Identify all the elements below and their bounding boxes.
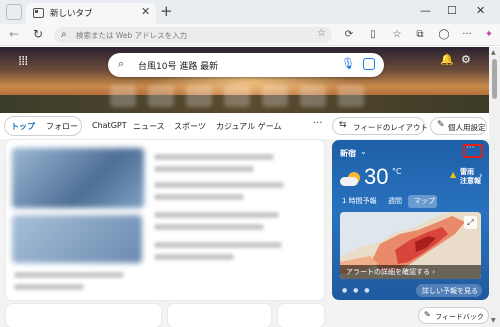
grid-icon[interactable]: ⁞⁞⁞ (18, 54, 28, 69)
weather-temperature: 30 (364, 164, 389, 189)
tab-top[interactable]: トップ (11, 121, 35, 132)
chevron-down-icon[interactable]: ⌄ (360, 147, 367, 156)
quick-link[interactable] (148, 85, 174, 107)
news-image (12, 215, 142, 263)
weather-location[interactable]: 新宿 (340, 148, 356, 159)
quick-link[interactable] (262, 85, 288, 107)
favorites-icon[interactable]: ☆ (390, 28, 404, 42)
tab-weekly[interactable]: 週間 (388, 196, 402, 206)
tab-follow[interactable]: フォロー (46, 121, 78, 132)
quick-link[interactable] (224, 85, 250, 107)
news-card-large[interactable] (6, 140, 324, 300)
title-bar: 新しいタブ ✕ + — ☐ ✕ (0, 0, 500, 24)
tab-actions-icon[interactable] (6, 4, 22, 20)
tab-chatgpt[interactable]: ChatGPT (92, 121, 127, 130)
browser-toolbar: ← ↻ ⌕ 検索または Web アドレスを入力 ☆ ⟳ ▯ ☆ ⧉ ◯ ··· … (0, 24, 500, 46)
carousel-dots[interactable]: ● ● ● (342, 287, 372, 294)
tab-map[interactable]: マップ (414, 196, 435, 206)
search-input[interactable]: 台風10号 進路 最新 (138, 59, 218, 72)
chevron-right-icon[interactable]: › (479, 171, 483, 181)
quick-link[interactable] (186, 85, 212, 107)
tab-new-tab[interactable]: 新しいタブ ✕ (26, 3, 156, 24)
scroll-down-icon[interactable]: ▼ (491, 317, 496, 324)
copilot-icon[interactable]: ✦ (482, 28, 496, 42)
minimize-button[interactable]: — (420, 4, 431, 17)
quick-link[interactable] (338, 85, 364, 107)
microphone-icon[interactable]: 🎙 (341, 57, 355, 70)
feed-layout-button[interactable]: ⇆ フィードのレイアウト (332, 117, 428, 135)
favorite-star-icon[interactable]: ☆ (317, 28, 326, 39)
split-screen-icon[interactable]: ▯ (366, 28, 380, 42)
tab-casual-games[interactable]: カジュアル ゲーム (216, 121, 282, 132)
collections-icon[interactable]: ⧉ (413, 28, 427, 42)
profile-icon[interactable]: ◯ (437, 28, 451, 42)
feedback-icon: ✎ (424, 310, 431, 319)
news-card[interactable] (6, 304, 161, 327)
weather-alert[interactable]: 雷雨 注意報 (460, 168, 481, 186)
tab-news[interactable]: ニュース (133, 121, 165, 132)
new-tab-button[interactable]: + (160, 2, 173, 20)
personalize-label: 個人用設定 (448, 123, 486, 132)
news-card[interactable] (278, 304, 324, 327)
weather-unit: °C (392, 167, 402, 176)
maximize-button[interactable]: ☐ (447, 4, 457, 17)
page-scrollbar[interactable]: ▲ ▼ (489, 47, 500, 327)
tab-hourly[interactable]: 1 時間予報 (342, 196, 377, 206)
weather-map[interactable]: ⤢ アラートの詳細を確認する › (340, 212, 481, 279)
back-icon[interactable]: ← (9, 27, 19, 41)
personalize-button[interactable]: ✎ 個人用設定 (430, 117, 487, 135)
sliders-icon: ⇆ (339, 120, 347, 130)
more-tabs-button[interactable]: ··· (313, 118, 323, 129)
detailed-forecast-button[interactable]: 詳しい予報を見る (416, 284, 482, 297)
scroll-thumb[interactable] (492, 59, 497, 99)
web-search-box[interactable]: ⌕ 台風10号 進路 最新 🎙 (108, 53, 384, 77)
quick-link[interactable] (110, 85, 136, 107)
settings-more-icon[interactable]: ··· (460, 28, 474, 42)
feed-layout-label: フィードのレイアウト (353, 123, 428, 132)
edit-icon: ✎ (437, 120, 445, 130)
bell-icon[interactable]: 🔔 (440, 53, 454, 66)
address-input[interactable]: 検索または Web アドレスを入力 (76, 30, 187, 41)
address-bar[interactable]: ⌕ 検索または Web アドレスを入力 ☆ (54, 27, 332, 43)
weather-more-button[interactable]: ··· (466, 143, 475, 153)
weather-card[interactable]: 新宿 ⌄ ··· 30 °C ▲ 雷雨 注意報 › 1 時間予報 週間 マップ … (332, 140, 489, 300)
alert-details-link[interactable]: アラートの詳細を確認する › (346, 267, 435, 277)
feed-nav: トップ フォロー ChatGPT ニュース スポーツ カジュアル ゲーム ···… (0, 113, 489, 139)
visual-search-icon[interactable] (363, 58, 375, 70)
news-card[interactable] (168, 304, 271, 327)
extensions-icon[interactable]: ⟳ (342, 28, 356, 42)
hero-background: ⁞⁞⁞ ⌕ 台風10号 進路 最新 🎙 🔔 ⚙ (0, 47, 489, 113)
tab-sports[interactable]: スポーツ (174, 121, 206, 132)
quick-link[interactable] (300, 85, 326, 107)
tab-title: 新しいタブ (50, 9, 93, 19)
warning-icon: ▲ (450, 170, 457, 179)
news-image (12, 148, 144, 208)
refresh-icon[interactable]: ↻ (33, 27, 43, 41)
partly-cloudy-icon (340, 172, 360, 186)
search-icon: ⌕ (118, 57, 125, 70)
search-icon: ⌕ (61, 29, 67, 40)
new-tab-page-icon (33, 8, 44, 18)
feedback-button[interactable]: ✎ フィードバック (418, 307, 489, 324)
tab-close-icon[interactable]: ✕ (141, 5, 150, 18)
gear-icon[interactable]: ⚙ (461, 53, 471, 66)
scroll-up-icon[interactable]: ▲ (491, 49, 496, 56)
close-window-button[interactable]: ✕ (476, 4, 485, 17)
weather-tabs: 1 時間予報 週間 マップ (332, 195, 489, 209)
expand-icon[interactable]: ⤢ (464, 216, 477, 229)
